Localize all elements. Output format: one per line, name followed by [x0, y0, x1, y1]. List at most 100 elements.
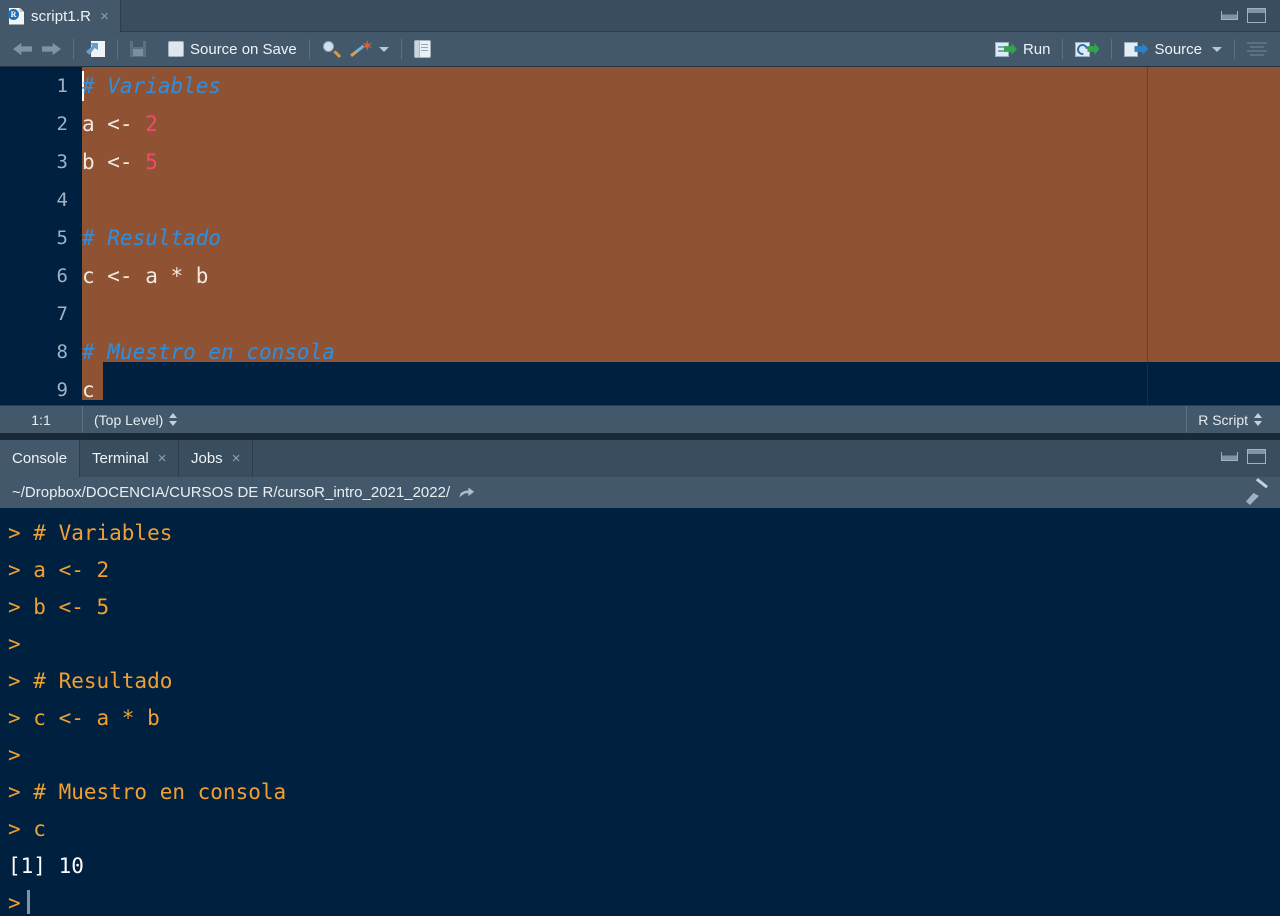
updown-spinner-icon	[169, 413, 178, 426]
code-token-plain: c	[82, 378, 95, 402]
console-tab-label: Terminal	[92, 450, 149, 467]
find-replace-button[interactable]	[317, 36, 346, 62]
line-number: 9	[56, 379, 68, 401]
console-cursor	[26, 890, 30, 914]
chevron-down-icon	[378, 46, 389, 52]
console-line-input: > c	[8, 817, 46, 841]
arrow-right-icon	[42, 42, 61, 56]
forward-button[interactable]	[37, 36, 66, 62]
working-directory-path[interactable]: ~/Dropbox/DOCENCIA/CURSOS DE R/cursoR_in…	[12, 484, 450, 501]
code-line: # Muestro en consola	[82, 333, 335, 371]
notebook-icon	[413, 40, 431, 58]
console-prompt: >	[8, 885, 1280, 916]
source-tab-label: script1.R	[31, 7, 92, 25]
close-icon[interactable]: ×	[230, 451, 241, 466]
console-line-output: [1] 10	[8, 854, 84, 878]
toolbar-divider	[1234, 39, 1235, 59]
console-tab-label: Console	[12, 450, 68, 467]
console-tab-strip: Console Terminal × Jobs ×	[0, 440, 1280, 477]
line-number: 3	[56, 151, 68, 173]
source-window-controls	[1221, 8, 1266, 23]
line-number: 2	[56, 113, 68, 135]
source-on-save-checkbox[interactable]: Source on Save	[163, 36, 302, 62]
pane-splitter[interactable]	[0, 433, 1280, 440]
magnifier-icon	[322, 40, 341, 58]
source-on-save-label: Source on Save	[190, 40, 297, 58]
close-icon[interactable]: ×	[98, 9, 109, 24]
magic-wand-icon	[349, 40, 373, 58]
source-tab-script1[interactable]: R script1.R ×	[0, 0, 121, 32]
toolbar-divider	[117, 39, 118, 59]
run-label: Run	[1022, 40, 1051, 58]
toolbar-divider	[1111, 39, 1113, 59]
toolbar-divider	[1062, 39, 1064, 59]
code-text-layer: # Variables a <- 2b <- 5 # Resultado c <- a…	[82, 67, 1280, 405]
toolbar-divider	[73, 39, 74, 59]
console-pane: Console Terminal × Jobs × ~/Dropbox/DOCENCIA…	[0, 440, 1280, 916]
rerun-icon	[1075, 41, 1100, 57]
source-button[interactable]: Source	[1119, 36, 1227, 62]
line-number: 1	[56, 75, 68, 97]
save-icon	[130, 41, 146, 57]
line-number-gutter: 1 2 3 4 5 6 7 8 9	[0, 67, 82, 405]
code-token-plain: a <-	[82, 112, 146, 136]
file-type-label: R Script	[1198, 411, 1248, 428]
toolbar-divider	[308, 39, 310, 59]
code-line: # Resultado	[82, 219, 221, 257]
run-button[interactable]: Run	[990, 36, 1056, 62]
line-number: 8	[56, 341, 68, 363]
back-button[interactable]	[8, 36, 37, 62]
run-icon	[994, 41, 1017, 57]
code-line: # Variables	[82, 67, 221, 105]
source-toolbar: Source on Save Run Source	[0, 32, 1280, 67]
minimize-icon[interactable]	[1221, 452, 1238, 461]
scope-label: (Top Level)	[94, 411, 164, 428]
console-tab-terminal[interactable]: Terminal ×	[80, 440, 180, 477]
console-line-input: > b <- 5	[8, 595, 110, 619]
toolbar-divider	[400, 39, 402, 59]
chevron-down-icon	[1212, 46, 1222, 52]
source-status-bar: 1:1 (Top Level) R Script	[0, 405, 1280, 434]
line-number: 4	[56, 189, 68, 211]
r-document-icon: R	[8, 7, 24, 25]
compile-report-button[interactable]	[409, 36, 436, 62]
broom-icon[interactable]	[1246, 477, 1268, 505]
code-editor[interactable]: 123456789 # Variables a <- 2b <- 5 # Resul…	[0, 67, 1280, 405]
maximize-icon[interactable]	[1247, 8, 1266, 23]
rstudio-window: R script1.R × Source on Save Run Source …	[0, 0, 1280, 916]
line-number: 5	[56, 227, 68, 249]
updown-spinner-icon	[1254, 413, 1263, 426]
console-line-input: >	[8, 632, 21, 656]
code-token-comment: # Resultado	[82, 226, 222, 250]
console-line-input: > # Muestro en consola	[8, 780, 287, 804]
console-tab-jobs[interactable]: Jobs ×	[179, 440, 254, 477]
maximize-icon[interactable]	[1247, 449, 1266, 464]
minimize-icon[interactable]	[1221, 11, 1238, 20]
scope-picker[interactable]: (Top Level)	[83, 406, 189, 434]
rerun-button[interactable]	[1070, 36, 1104, 62]
arrow-left-icon	[13, 42, 32, 56]
code-token-num: 5	[145, 150, 158, 174]
document-outline-icon	[1247, 42, 1267, 56]
source-icon	[1124, 41, 1149, 57]
code-tools-button[interactable]	[346, 36, 394, 62]
source-pane: R script1.R × Source on Save Run Source …	[0, 0, 1280, 434]
close-icon[interactable]: ×	[156, 451, 167, 466]
console-line-input: > # Resultado	[8, 669, 173, 693]
console-working-directory-bar: ~/Dropbox/DOCENCIA/CURSOS DE R/cursoR_in…	[0, 477, 1280, 508]
console-output[interactable]: > # Variables > a <- 2 > b <- 5 > > # Result…	[0, 508, 1280, 916]
code-token-plain: c <- a * b	[82, 264, 209, 288]
console-line-input: >	[8, 743, 21, 767]
code-line: b <- 5	[82, 143, 158, 181]
share-arrow-icon[interactable]	[459, 487, 475, 498]
checkbox-icon	[168, 41, 184, 57]
show-in-new-window-button[interactable]	[81, 36, 110, 62]
console-line-input: > a <- 2	[8, 558, 110, 582]
console-tab-console[interactable]: Console	[0, 440, 81, 477]
file-type-picker[interactable]: R Script	[1187, 406, 1274, 434]
document-outline-button[interactable]	[1242, 36, 1272, 62]
source-label: Source	[1154, 40, 1202, 58]
save-button[interactable]	[125, 36, 151, 62]
code-token-comment: # Muestro en consola	[82, 340, 335, 364]
show-in-new-window-icon	[86, 41, 105, 57]
